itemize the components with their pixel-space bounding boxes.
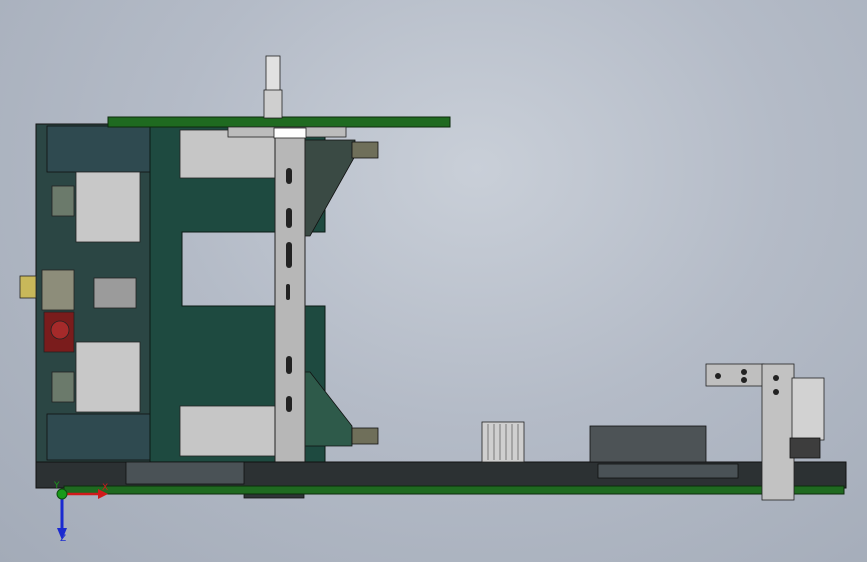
center-sensor-block — [93, 277, 137, 309]
x-axis-label: X — [102, 483, 108, 493]
y-axis-label: Y — [53, 481, 60, 491]
finned-motor — [481, 421, 525, 463]
upper-slide-block — [75, 171, 141, 243]
lower-bracket — [351, 427, 379, 445]
upper-bracket — [351, 141, 379, 159]
cad-viewport[interactable]: X Y Z — [0, 0, 867, 562]
column-top-cap — [273, 127, 307, 139]
lower-clamp-block — [179, 405, 277, 457]
top-post-base — [263, 89, 283, 119]
bottom-base-panel-left — [125, 461, 245, 485]
upper-gusset — [304, 139, 356, 237]
bottom-base-panel-right — [597, 463, 739, 479]
cad-model-view: X Y Z — [19, 55, 847, 544]
control-box — [589, 425, 707, 463]
left-frame-lower-block — [46, 413, 152, 461]
lower-gusset — [304, 371, 353, 447]
left-frame-upper-block — [46, 125, 152, 173]
lower-slide-block — [75, 341, 141, 413]
z-axis-label: Z — [60, 534, 66, 544]
top-green-rail — [107, 116, 451, 128]
bottom-green-rail — [63, 485, 845, 495]
